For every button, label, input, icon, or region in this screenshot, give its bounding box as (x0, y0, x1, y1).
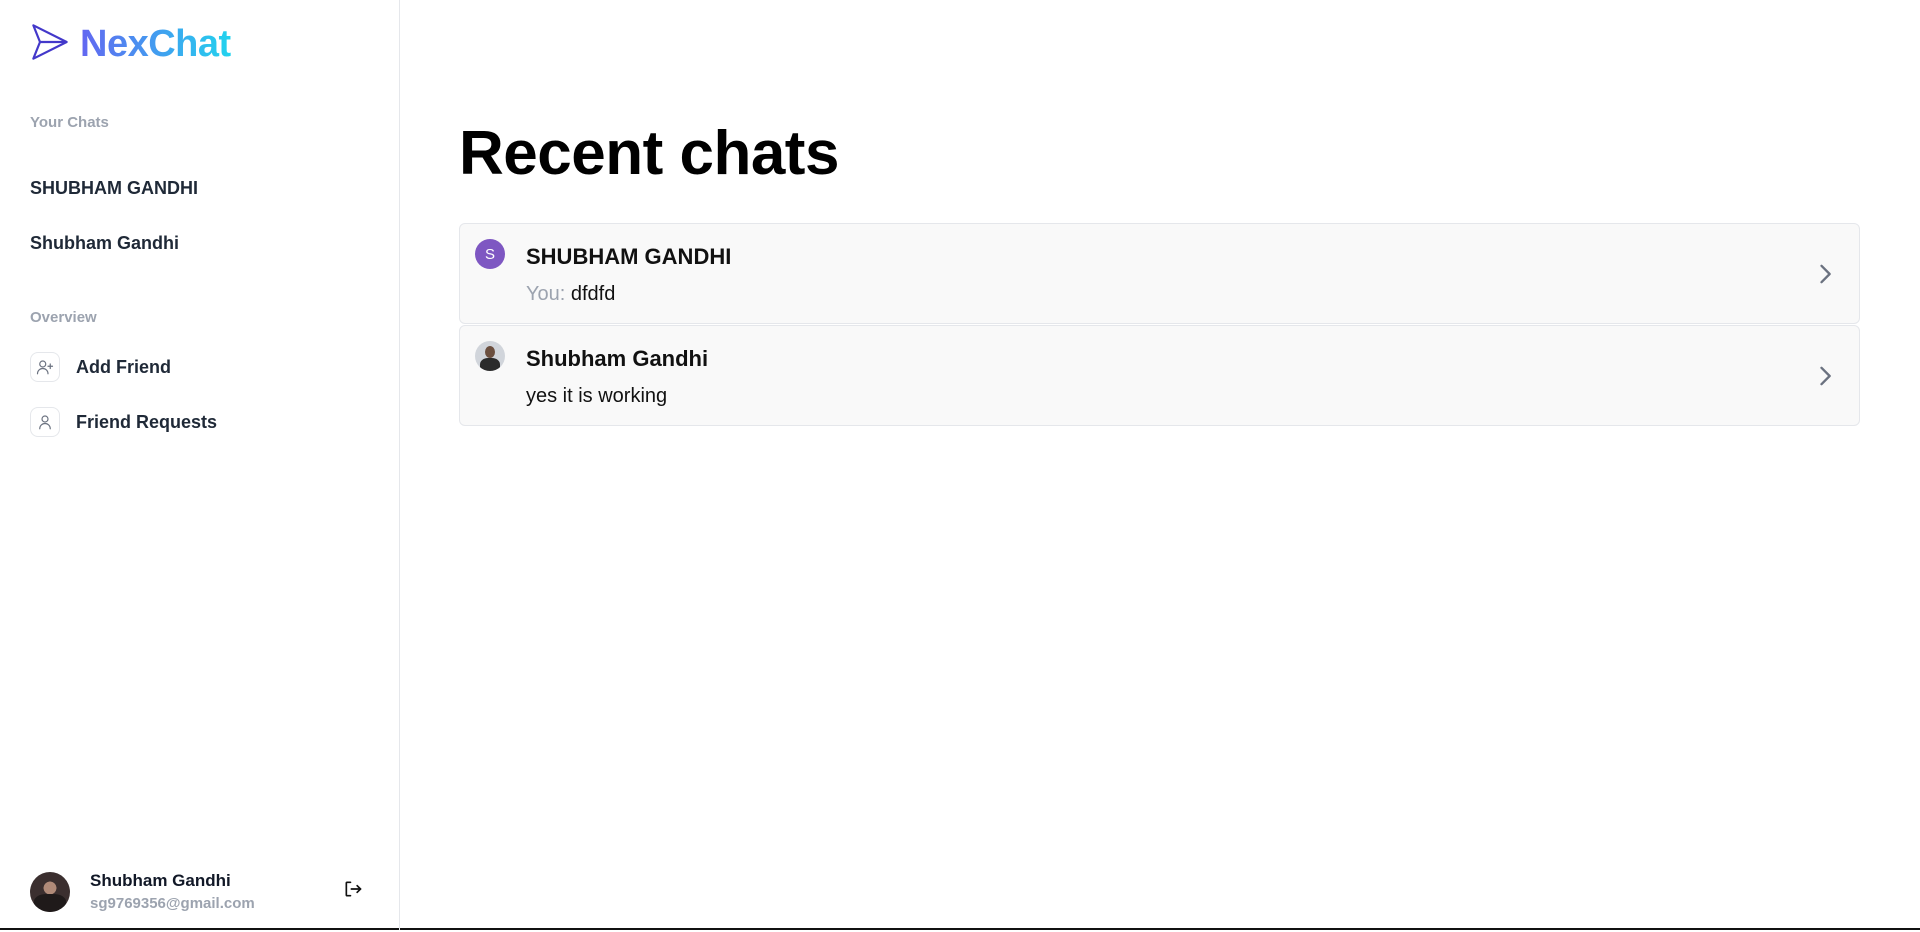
sidebar: NexChat Your Chats SHUBHAM GANDHI Shubha… (0, 0, 400, 930)
chat-last-message: yes it is working (526, 385, 667, 408)
profile-name: Shubham Gandhi (90, 871, 231, 890)
chat-row[interactable]: S SHUBHAM GANDHI You: dfdfd (459, 223, 1860, 324)
sidebar-chat-item[interactable]: Shubham Gandhi (30, 233, 179, 254)
sidebar-item-label: Add Friend (76, 356, 171, 377)
sidebar-item-friend-requests[interactable]: Friend Requests (30, 407, 217, 437)
chat-name: Shubham Gandhi (526, 346, 709, 371)
avatar (30, 871, 70, 912)
avatar: S (475, 239, 505, 269)
sidebar-item-add-friend[interactable]: Add Friend (30, 352, 171, 382)
sidebar-item-label: Friend Requests (76, 411, 218, 432)
sidebar-chat-item[interactable]: SHUBHAM GANDHI (30, 178, 198, 199)
profile-email: sg9769356@gmail.com (90, 895, 255, 912)
recent-chats-list: S SHUBHAM GANDHI You: dfdfd Shubham Gand… (459, 223, 1860, 427)
chat-name: SHUBHAM GANDHI (526, 244, 732, 269)
page-title: Recent chats (459, 119, 839, 188)
logo[interactable]: NexChat (30, 22, 231, 67)
user-icon (30, 407, 60, 437)
brand-name: NexChat (80, 23, 231, 65)
send-icon (30, 22, 70, 67)
main-content: Recent chats S SHUBHAM GANDHI You: dfdfd… (400, 0, 1920, 928)
message-text: dfdfd (570, 283, 616, 305)
profile-info: Shubham Gandhi sg9769356@gmail.com (90, 871, 255, 912)
chevron-right-icon (1820, 264, 1831, 284)
message-sender-prefix: You: (526, 283, 571, 305)
log-out-icon (343, 879, 363, 904)
your-chats-heading: Your Chats (30, 114, 109, 131)
chat-row[interactable]: Shubham Gandhi yes it is working (459, 325, 1860, 426)
overview-heading: Overview (30, 309, 97, 326)
user-profile: Shubham Gandhi sg9769356@gmail.com (30, 871, 369, 912)
chat-last-message: You: dfdfd (526, 283, 615, 306)
sign-out-button[interactable] (337, 876, 369, 908)
app-root: NexChat Your Chats SHUBHAM GANDHI Shubha… (0, 0, 1920, 930)
avatar (475, 341, 505, 371)
message-text: yes it is working (526, 385, 668, 407)
chevron-right-icon (1820, 366, 1831, 386)
user-plus-icon (30, 352, 60, 382)
